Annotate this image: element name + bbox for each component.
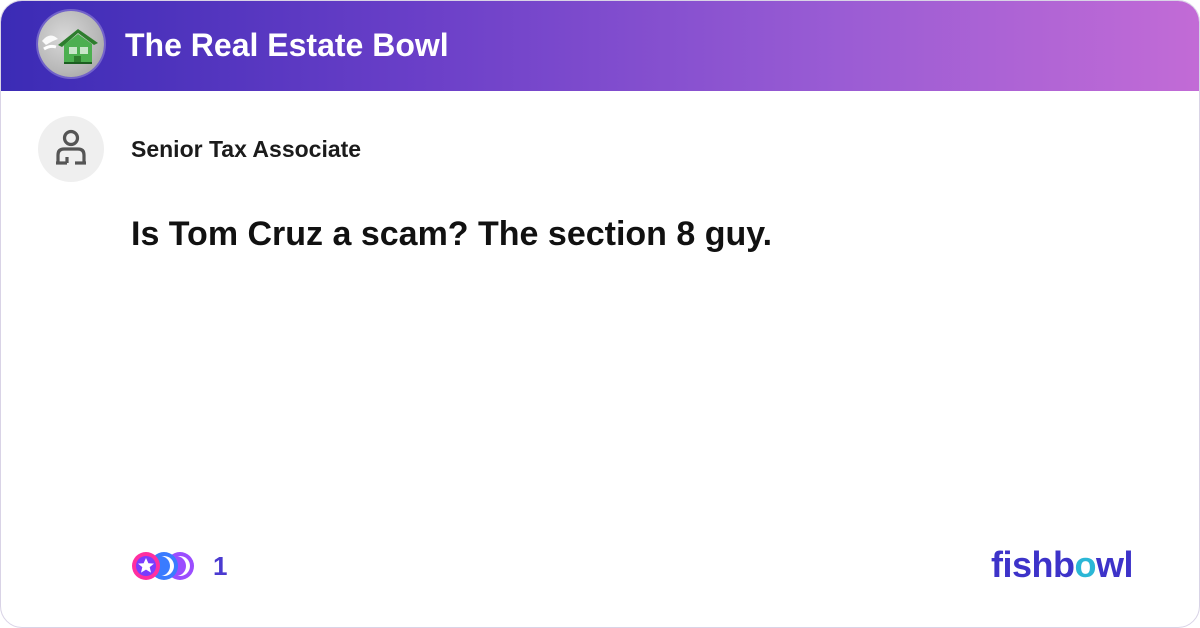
post-card: The Real Estate Bowl Senior Tax Associat… — [0, 0, 1200, 628]
reaction-count: 1 — [213, 551, 228, 581]
house-bowl-logo-icon[interactable] — [38, 11, 104, 77]
bowl-title[interactable]: The Real Estate Bowl — [125, 23, 449, 67]
bowl-header: The Real Estate Bowl — [1, 1, 1199, 91]
anonymous-user-icon — [56, 129, 86, 165]
fishbowl-logo[interactable]: fishbowl — [991, 543, 1134, 587]
brand-text-part2: wl — [1096, 544, 1134, 585]
avatar — [38, 116, 104, 182]
post-title[interactable]: Is Tom Cruz a scam? The section 8 guy. — [131, 215, 772, 254]
post-author: Senior Tax Associate — [131, 136, 362, 162]
reaction-emojis-icon[interactable] — [131, 549, 201, 583]
brand-text-o: o — [1074, 544, 1097, 585]
brand-text-part1: fishb — [991, 544, 1075, 585]
